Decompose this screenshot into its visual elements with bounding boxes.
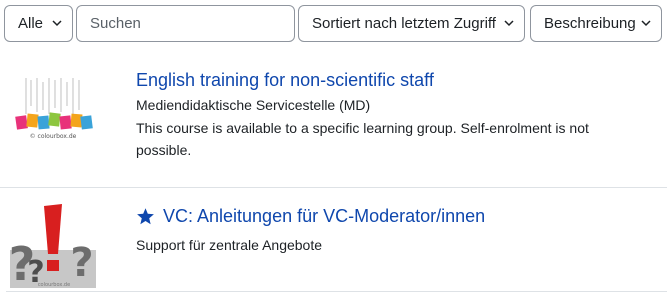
star-icon bbox=[137, 207, 154, 224]
course-list-item: © colourbox.de English training for non-… bbox=[0, 50, 667, 187]
course-image[interactable]: ? ? ? colourbox.de bbox=[9, 202, 96, 291]
list-divider bbox=[6, 291, 667, 292]
course-title-link[interactable]: VC: Anleitungen für VC-Moderator/innen bbox=[136, 205, 485, 227]
display-dropdown-label: Beschreibung bbox=[544, 15, 636, 32]
sort-dropdown-label: Sortiert nach letztem Zugriff bbox=[312, 15, 496, 32]
course-info: English training for non-scientific staf… bbox=[136, 69, 647, 161]
course-info: VC: Anleitungen für VC-Moderator/innen S… bbox=[136, 205, 647, 255]
course-image[interactable]: © colourbox.de bbox=[10, 76, 96, 162]
thumbnail-credit: colourbox.de bbox=[38, 282, 70, 288]
course-category: Mediendidaktische Servicestelle (MD) bbox=[136, 97, 371, 113]
sort-dropdown[interactable]: Sortiert nach letztem Zugriff bbox=[298, 5, 525, 42]
course-title: VC: Anleitungen für VC-Moderator/innen bbox=[163, 206, 486, 226]
search-input[interactable] bbox=[90, 15, 280, 32]
chevron-down-icon bbox=[52, 20, 62, 27]
course-category: Support für zentrale Angebote bbox=[136, 236, 323, 253]
display-dropdown[interactable]: Beschreibung bbox=[530, 5, 662, 42]
course-list-item: ? ? ? colourbox.de VC: Anleitungen für V… bbox=[0, 187, 667, 292]
chevron-down-icon bbox=[504, 20, 514, 27]
search-field[interactable] bbox=[76, 5, 295, 42]
thumbnail-credit: © colourbox.de bbox=[30, 133, 77, 140]
english-letters-illustration: © colourbox.de bbox=[10, 76, 96, 162]
question-exclamation-illustration: ? ? ? colourbox.de bbox=[9, 202, 96, 291]
course-title-link[interactable]: English training for non-scientific staf… bbox=[136, 69, 434, 91]
course-summary: This course is available to a specific l… bbox=[136, 120, 589, 158]
grouping-dropdown-label: Alle bbox=[18, 15, 44, 32]
svg-text:?: ? bbox=[70, 240, 93, 286]
grouping-dropdown[interactable]: Alle bbox=[4, 5, 73, 42]
course-filter-bar: Alle Sortiert nach letztem Zugriff Besch… bbox=[4, 5, 662, 42]
course-title: English training for non-scientific staf… bbox=[136, 70, 434, 90]
chevron-down-icon bbox=[641, 20, 651, 27]
